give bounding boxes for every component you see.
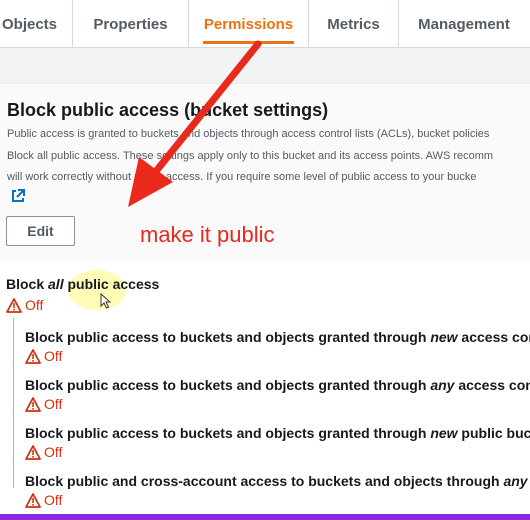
warning-icon [6,297,22,313]
status-off: Off [25,444,62,460]
warning-icon [25,348,41,364]
tab-permissions[interactable]: Permissions [189,0,309,48]
tab-objects[interactable]: Objects [0,0,73,48]
status-off: Off [25,348,62,364]
setting-item-title: Block public access to buckets and objec… [25,377,530,393]
tab-bar: Objects Properties Permissions Metrics M… [0,0,530,48]
bottom-bar [0,514,530,520]
status-off: Off [25,492,62,508]
setting-item-title: Block public access to buckets and objec… [25,425,530,441]
description-line: will work correctly without public acces… [7,171,477,183]
warning-icon [25,444,41,460]
annotation-text: make it public [140,222,275,247]
warning-icon [25,492,41,508]
description-line: Block all public access. These settings … [7,150,494,162]
tab-management[interactable]: Management [399,0,529,48]
status-off: Off [25,396,62,412]
description-line: Public access is granted to buckets and … [7,128,490,140]
status-off: Off [6,297,43,313]
edit-button[interactable]: Edit [6,216,75,246]
setting-item-title: Block public access to buckets and objec… [25,329,530,345]
tree-line [13,318,14,488]
block-all-title: Block all public access [6,276,160,292]
panel-title: Block public access (bucket settings) [7,100,329,120]
setting-item-title: Block public and cross-account access to… [25,473,528,489]
warning-icon [25,396,41,412]
tab-properties[interactable]: Properties [73,0,189,48]
tab-metrics[interactable]: Metrics [309,0,399,48]
external-link-icon[interactable] [10,188,26,204]
cursor-icon [100,293,112,309]
